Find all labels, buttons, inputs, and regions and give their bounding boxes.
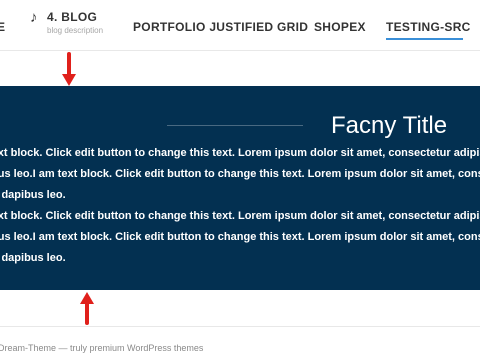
text-line: text block. Click edit button to change … xyxy=(0,210,480,222)
red-arrow-icon xyxy=(62,52,76,86)
title-divider xyxy=(167,125,303,126)
footer: Dream-Theme — truly premium WordPress th… xyxy=(0,326,480,361)
nav-item-portfolio[interactable]: PORTFOLIO JUSTIFIED GRID xyxy=(133,20,308,34)
text-block: text block. Click edit button to change … xyxy=(0,143,480,206)
red-arrow-icon xyxy=(80,292,94,325)
nav-item-partial[interactable]: E xyxy=(0,20,6,34)
text-line: ar dapibus leo. xyxy=(0,189,66,201)
footer-credit[interactable]: Dream-Theme — truly premium WordPress th… xyxy=(0,343,203,353)
active-nav-underline xyxy=(386,38,463,40)
nav-item-testing-src[interactable]: TESTING-SRC xyxy=(386,20,471,34)
nav-item-blog-label: 4. BLOG xyxy=(47,10,98,24)
nav-item-blog-description: blog description xyxy=(47,26,104,35)
text-line: text block. Click edit button to change … xyxy=(0,147,480,159)
text-line: ibus leo.I am text block. Click edit but… xyxy=(0,231,480,243)
banner-title: Facny Title xyxy=(331,112,448,139)
banner-section: Facny Title text block. Click edit butto… xyxy=(0,86,480,290)
top-navigation: E ♪ 4. BLOG blog description PORTFOLIO J… xyxy=(0,0,480,51)
nav-item-shopex[interactable]: SHOPEX xyxy=(314,20,366,34)
text-line: ibus leo.I am text block. Click edit but… xyxy=(0,168,480,180)
text-block: text block. Click edit button to change … xyxy=(0,206,480,269)
text-line: ar dapibus leo. xyxy=(0,252,66,264)
music-note-icon: ♪ xyxy=(30,9,38,26)
